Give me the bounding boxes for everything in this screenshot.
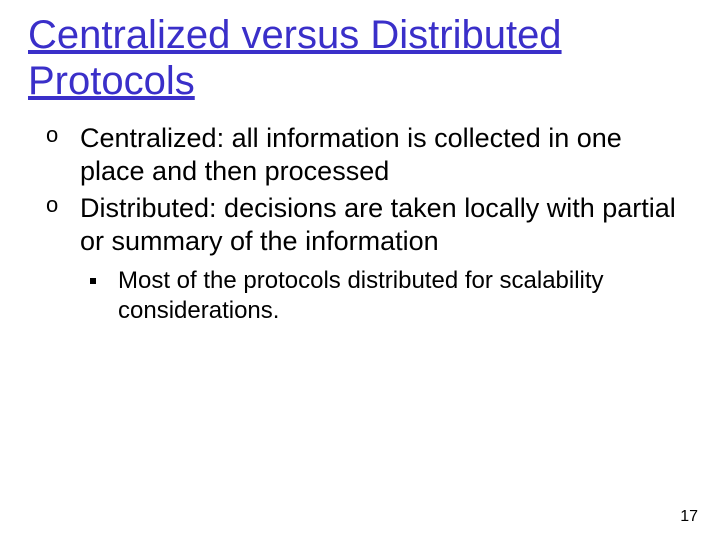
slide: Centralized versus Distributed Protocols… (0, 0, 720, 540)
slide-title: Centralized versus Distributed Protocols (28, 12, 692, 104)
page-number: 17 (680, 508, 698, 526)
sub-bullet-item: Most of the protocols distributed for sc… (90, 266, 692, 326)
bullet-item: Centralized: all information is collecte… (46, 122, 692, 188)
bullet-list: Centralized: all information is collecte… (46, 122, 692, 258)
sub-bullet-list: Most of the protocols distributed for sc… (90, 266, 692, 326)
bullet-item: Distributed: decisions are taken locally… (46, 192, 692, 258)
